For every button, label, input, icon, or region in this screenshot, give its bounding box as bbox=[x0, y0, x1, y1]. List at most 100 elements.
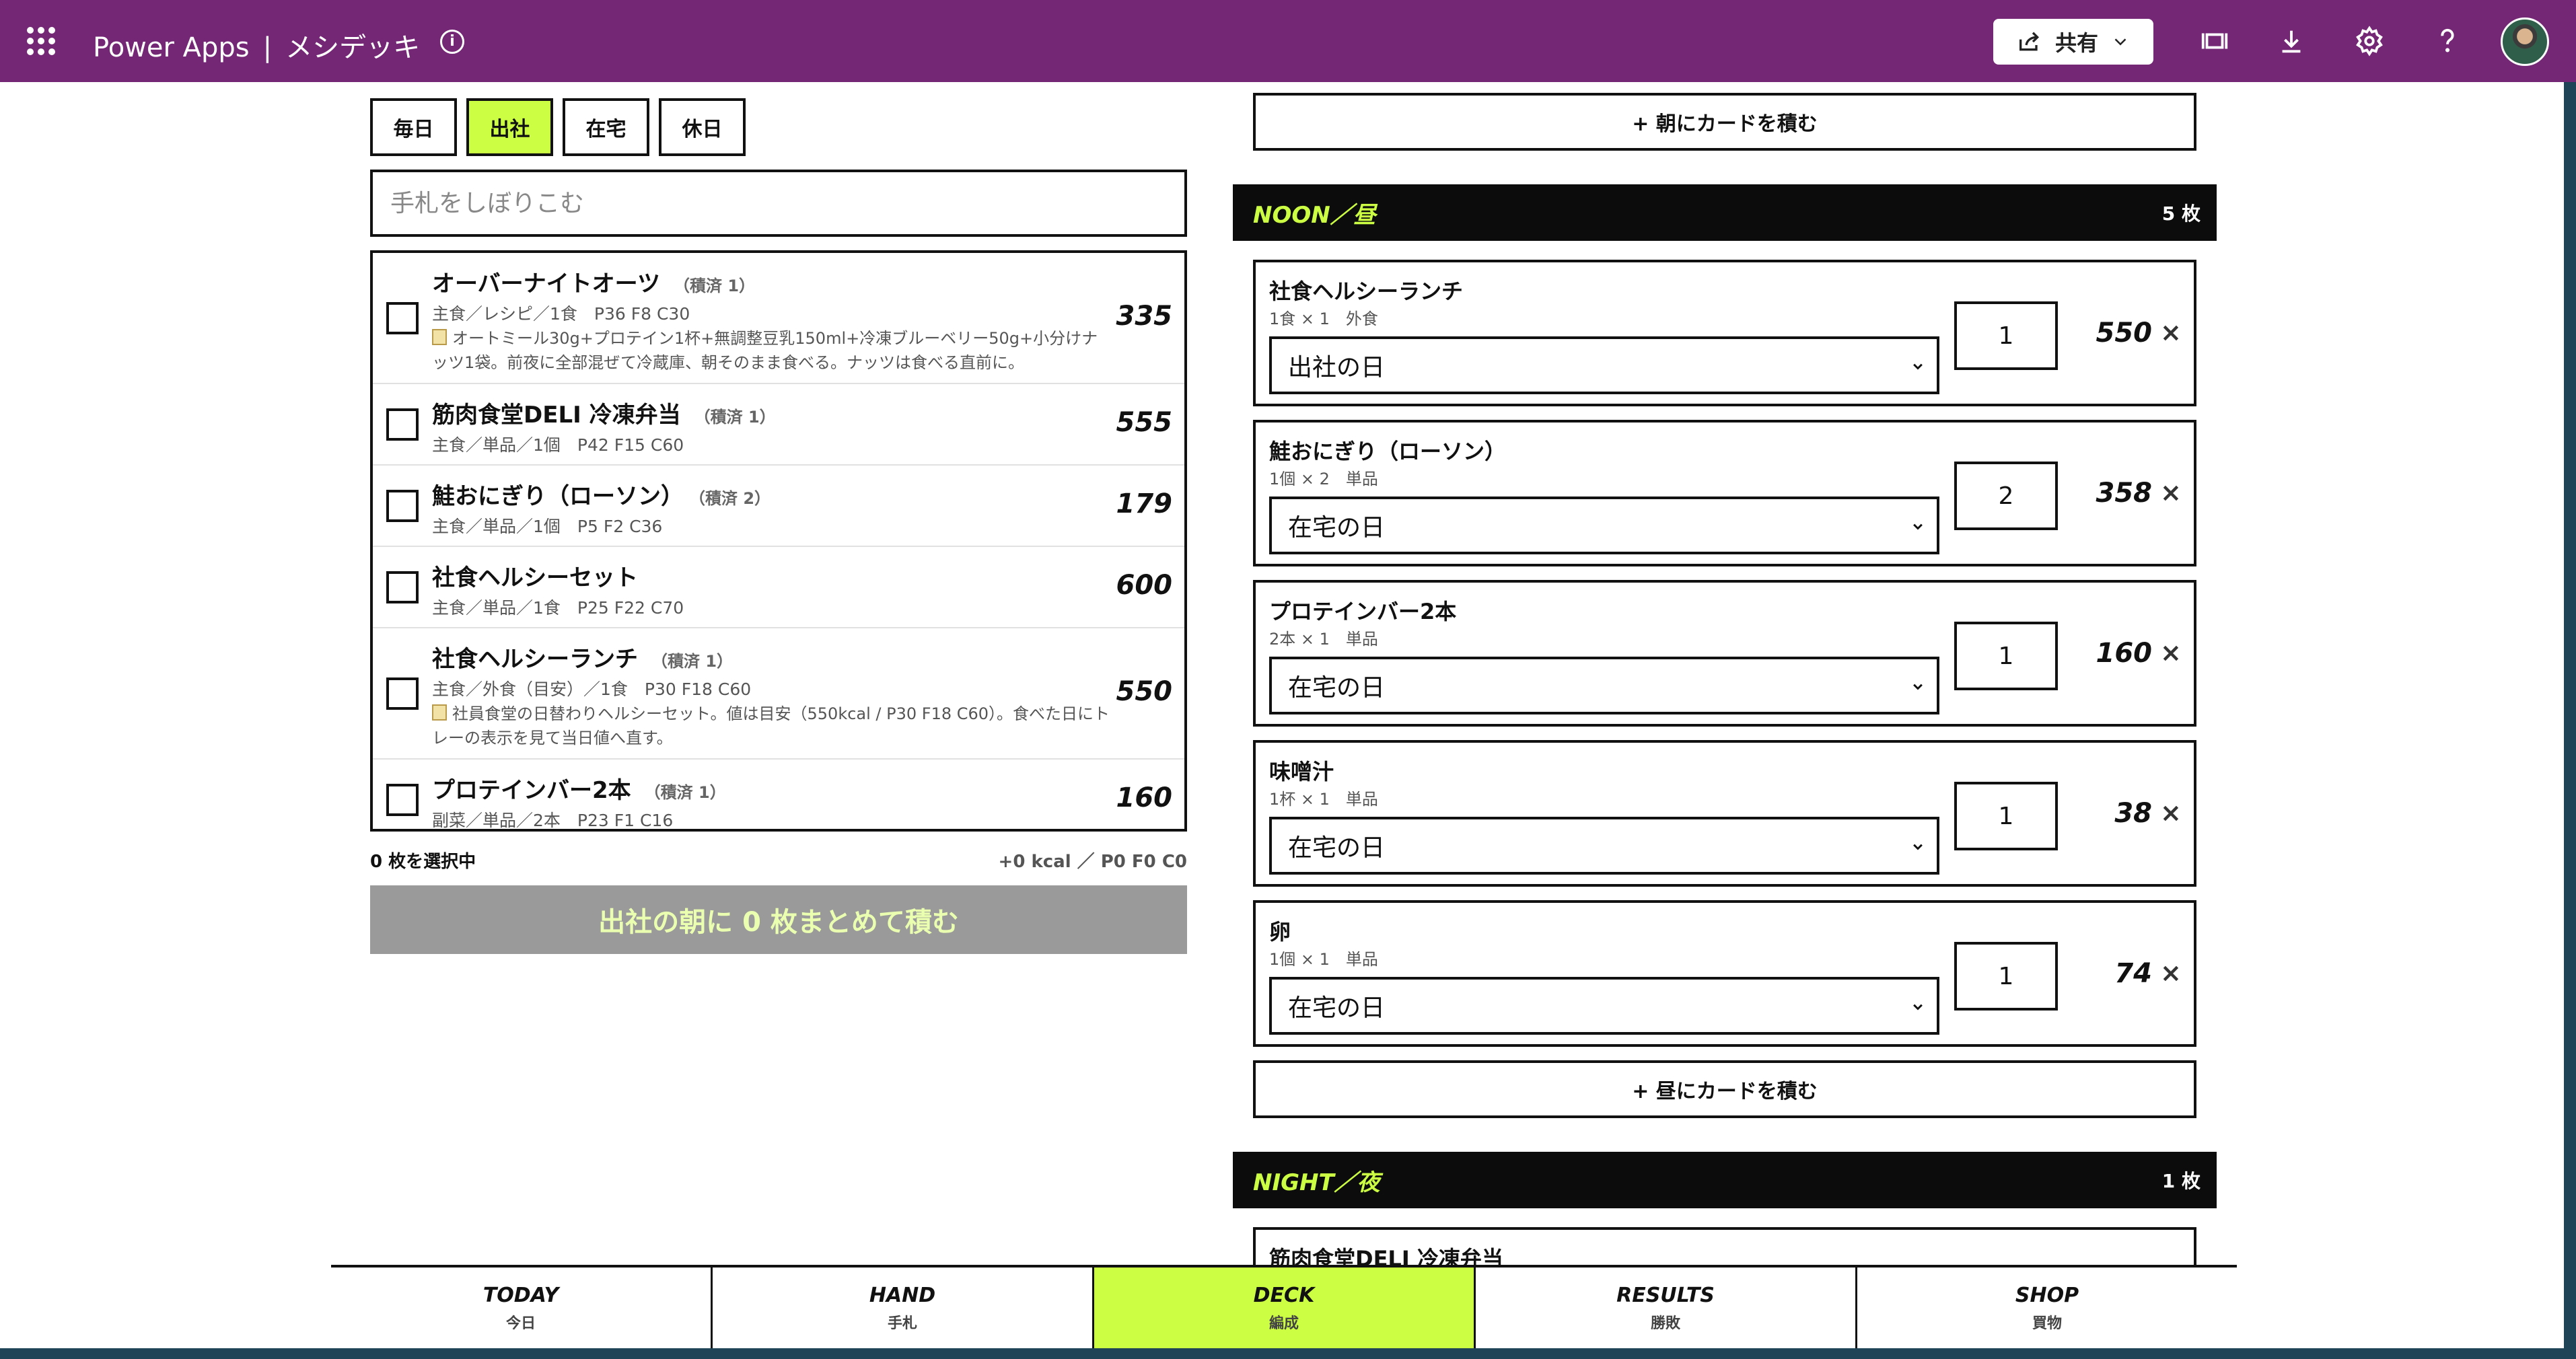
nav-deck[interactable]: DECK 編成 bbox=[1094, 1268, 1476, 1348]
stacked-badge: （積済 1） bbox=[694, 408, 776, 427]
quantity-input[interactable]: 1 bbox=[1954, 782, 2058, 850]
hand-filter-input[interactable] bbox=[370, 170, 1187, 237]
day-type-select[interactable]: 在宅の日 bbox=[1269, 497, 1939, 554]
tab-holiday[interactable]: 休日 bbox=[659, 98, 746, 156]
remove-card-button[interactable]: × bbox=[2160, 798, 2182, 828]
select-checkbox[interactable] bbox=[386, 301, 419, 334]
card-meta: 主食／単品／1個 P5 F2 C36 bbox=[432, 517, 663, 536]
card-name: 味噌汁 bbox=[1269, 759, 1334, 784]
list-item[interactable]: プロテインバー2本 （積済 1） 副菜／単品／2本 P23 F1 C16 160 bbox=[373, 760, 1184, 829]
app-title: Power Apps | メシデッキ bbox=[93, 26, 420, 65]
stacked-badge: （積済 1） bbox=[644, 783, 726, 802]
quantity-input[interactable]: 1 bbox=[1954, 942, 2058, 1011]
remove-card-button[interactable]: × bbox=[2160, 478, 2182, 507]
bottom-nav: TODAY 今日 HAND 手札 DECK 編成 RESULTS 勝敗 SHOP… bbox=[331, 1265, 2237, 1348]
card-name: 鮭おにぎり（ローソン） bbox=[432, 483, 684, 510]
day-type-select[interactable]: 在宅の日 bbox=[1269, 817, 1939, 875]
day-type-select[interactable]: 在宅の日 bbox=[1269, 977, 1939, 1035]
hand-card-list[interactable]: オーバーナイトオーツ （積済 1） 主食／レシピ／1食 P36 F8 C30 オー… bbox=[370, 250, 1187, 832]
memo-icon bbox=[432, 704, 447, 721]
card-name: 筋肉食堂DELI 冷凍弁当 bbox=[432, 402, 681, 429]
deck-card: 卵 1個 × 1 単品 在宅の日 1 74 × bbox=[1253, 900, 2196, 1047]
help-icon[interactable] bbox=[2432, 26, 2463, 57]
card-kcal: 550 bbox=[2096, 318, 2153, 348]
list-item[interactable]: 筋肉食堂DELI 冷凍弁当 （積済 1） 主食／単品／1個 P42 F15 C60… bbox=[373, 384, 1184, 466]
chevron-down-icon bbox=[1913, 523, 1923, 530]
select-checkbox[interactable] bbox=[386, 489, 419, 522]
quantity-input[interactable]: 1 bbox=[1954, 622, 2058, 690]
share-label: 共有 bbox=[2054, 30, 2098, 56]
tab-office[interactable]: 出社 bbox=[466, 98, 553, 156]
card-name: プロテインバー2本 bbox=[432, 777, 631, 804]
card-meta: 主食／単品／1食 P25 F22 C70 bbox=[432, 598, 684, 618]
nav-results[interactable]: RESULTS 勝敗 bbox=[1476, 1268, 1857, 1348]
card-kcal: 335 bbox=[1116, 300, 1173, 332]
gear-icon[interactable] bbox=[2354, 26, 2385, 57]
card-name: 鮭おにぎり（ローソン） bbox=[1269, 439, 1507, 464]
select-checkbox[interactable] bbox=[386, 571, 419, 603]
tab-home[interactable]: 在宅 bbox=[563, 98, 649, 156]
stack-selected-button[interactable]: 出社の朝に 0 枚まとめて積む bbox=[370, 885, 1187, 954]
card-name: プロテインバー2本 bbox=[1269, 599, 1457, 624]
section-count: 5 枚 bbox=[2161, 203, 2201, 225]
nav-label: DECK bbox=[1253, 1283, 1315, 1307]
deck-card: 筋肉食堂DELI 冷凍弁当 bbox=[1253, 1227, 2196, 1272]
nav-label: HAND bbox=[869, 1283, 936, 1307]
stacked-badge: （積済 2） bbox=[697, 489, 771, 508]
selected-count: 0 枚を選択中 bbox=[370, 852, 476, 872]
stacked-badge: （積済 1） bbox=[673, 277, 756, 295]
card-name: 社食ヘルシーランチ bbox=[432, 646, 638, 673]
nav-hand[interactable]: HAND 手札 bbox=[713, 1268, 1094, 1348]
card-meta: 2本 × 1 単品 bbox=[1269, 630, 1378, 649]
deck-card: 社食ヘルシーランチ 1食 × 1 外食 出社の日 1 550 × bbox=[1253, 260, 2196, 406]
card-meta: 1個 × 2 単品 bbox=[1269, 470, 1378, 488]
card-kcal: 358 bbox=[2096, 478, 2153, 509]
nav-today[interactable]: TODAY 今日 bbox=[331, 1268, 713, 1348]
select-value: 在宅の日 bbox=[1288, 994, 1386, 1022]
day-type-select[interactable]: 在宅の日 bbox=[1269, 657, 1939, 714]
card-note: 社員食堂の日替わりヘルシーセット。値は目安（550kcal / P30 F18 … bbox=[432, 704, 1110, 747]
remove-card-button[interactable]: × bbox=[2160, 318, 2182, 347]
select-checkbox[interactable] bbox=[386, 408, 419, 441]
stacked-badge: （積済 1） bbox=[651, 652, 734, 671]
nav-shop[interactable]: SHOP 買物 bbox=[1857, 1268, 2237, 1348]
card-kcal: 38 bbox=[2114, 798, 2152, 829]
window-frame bbox=[0, 1348, 2576, 1359]
share-icon bbox=[2019, 32, 2040, 51]
list-item[interactable]: オーバーナイトオーツ （積済 1） 主食／レシピ／1食 P36 F8 C30 オー… bbox=[373, 253, 1184, 384]
share-button[interactable]: 共有 bbox=[1993, 19, 2153, 65]
add-noon-card-button[interactable]: + 昼にカードを積む bbox=[1253, 1060, 2196, 1118]
avatar[interactable] bbox=[2501, 17, 2549, 66]
fit-screen-icon[interactable] bbox=[2199, 26, 2230, 57]
card-name: 社食ヘルシーランチ bbox=[1269, 279, 1464, 304]
select-checkbox[interactable] bbox=[386, 677, 419, 710]
night-section-header: NIGHT／夜 1 枚 bbox=[1233, 1152, 2217, 1208]
card-meta: 主食／レシピ／1食 P36 F8 C30 bbox=[432, 304, 690, 324]
app-launcher-icon[interactable] bbox=[27, 27, 55, 55]
list-item[interactable]: 社食ヘルシーランチ （積済 1） 主食／外食（目安）／1食 P30 F18 C60… bbox=[373, 628, 1184, 760]
select-value: 在宅の日 bbox=[1288, 834, 1386, 862]
deck-card: 味噌汁 1杯 × 1 単品 在宅の日 1 38 × bbox=[1253, 740, 2196, 887]
remove-card-button[interactable]: × bbox=[2160, 958, 2182, 988]
day-type-tabs: 毎日 出社 在宅 休日 bbox=[370, 98, 746, 156]
memo-icon bbox=[432, 329, 447, 345]
card-meta: 1杯 × 1 単品 bbox=[1269, 790, 1378, 809]
quantity-input[interactable]: 2 bbox=[1954, 462, 2058, 530]
tab-everyday[interactable]: 毎日 bbox=[370, 98, 457, 156]
quantity-input[interactable]: 1 bbox=[1954, 301, 2058, 370]
info-icon[interactable]: i bbox=[440, 30, 464, 54]
select-checkbox[interactable] bbox=[386, 783, 419, 816]
deck-card: 鮭おにぎり（ローソン） 1個 × 2 単品 在宅の日 2 358 × bbox=[1253, 420, 2196, 566]
card-kcal: 550 bbox=[1116, 675, 1173, 707]
card-meta: 1食 × 1 外食 bbox=[1269, 309, 1378, 328]
card-name: 卵 bbox=[1269, 919, 1291, 945]
download-icon[interactable] bbox=[2276, 26, 2307, 57]
section-title: NOON／昼 bbox=[1253, 201, 1376, 229]
card-note: オートミール30g+プロテイン1杯+無調整豆乳150ml+冷凍ブルーベリー50g… bbox=[432, 329, 1098, 372]
day-type-select[interactable]: 出社の日 bbox=[1269, 336, 1939, 394]
list-item[interactable]: 社食ヘルシーセット 主食／単品／1食 P25 F22 C70 600 bbox=[373, 547, 1184, 628]
list-item[interactable]: 鮭おにぎり（ローソン） （積済 2） 主食／単品／1個 P5 F2 C36 179 bbox=[373, 466, 1184, 547]
remove-card-button[interactable]: × bbox=[2160, 638, 2182, 667]
add-morning-card-button[interactable]: + 朝にカードを積む bbox=[1253, 93, 2196, 151]
product-name: Power Apps bbox=[93, 32, 250, 63]
